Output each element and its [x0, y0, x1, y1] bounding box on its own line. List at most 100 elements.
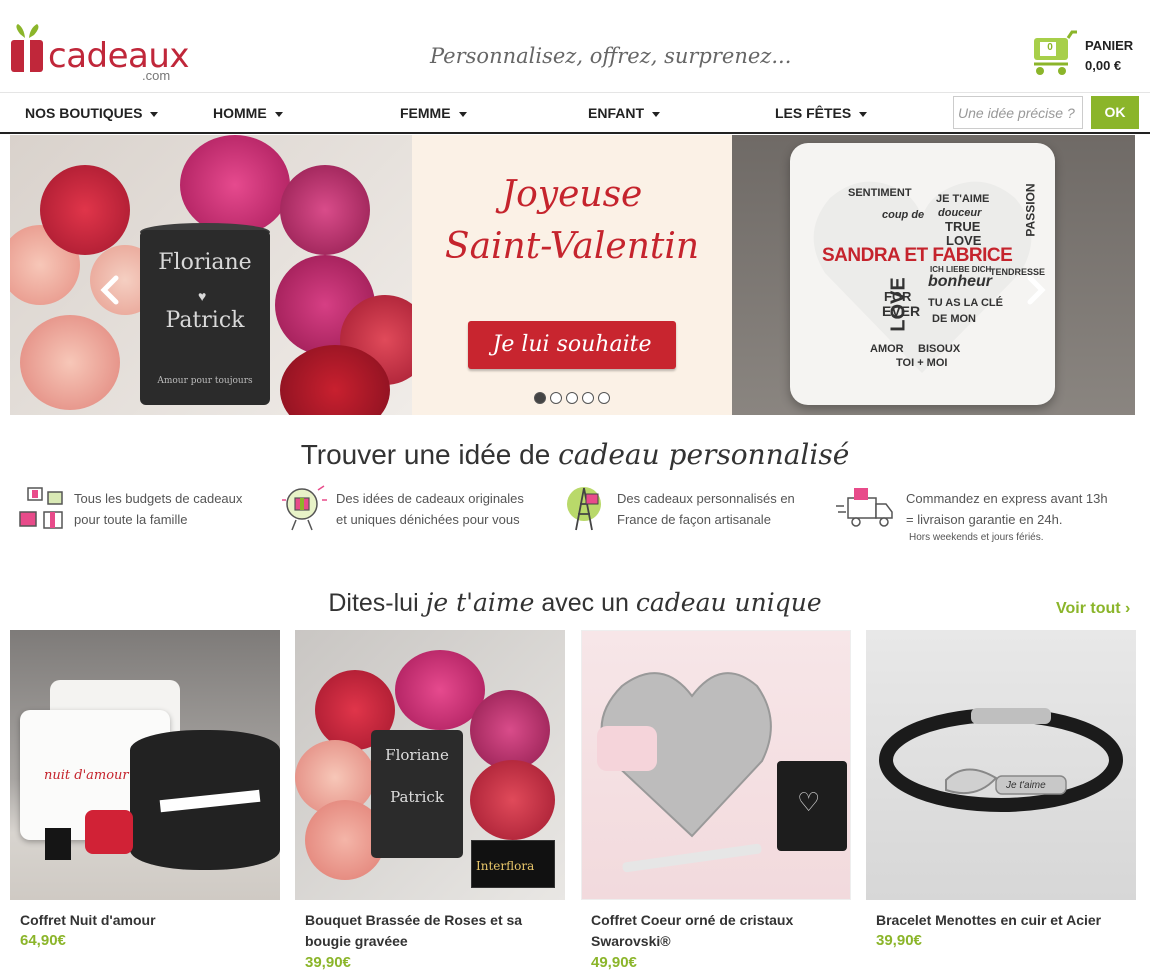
product-name[interactable]: Coffret Nuit d'amour	[20, 910, 275, 931]
rose-shape	[470, 760, 555, 840]
eiffel-tower-gift-icon	[567, 487, 601, 531]
candle-shape	[45, 828, 71, 860]
cart-total: 0,00 €	[1085, 58, 1122, 73]
nav-item-enfant[interactable]: ENFANT	[588, 93, 660, 133]
banner-title-line1: Joyeuse	[501, 174, 643, 215]
product-card[interactable]: ♡ Coffret Coeur orné de cristaux Swarovs…	[581, 630, 851, 976]
product-price: 49,90€	[591, 954, 637, 971]
feature-text: Commandez en express avant 13h = livraiso…	[906, 488, 1108, 530]
cart[interactable]: 0 PANIER 0,00 €	[1030, 30, 1145, 80]
product-name[interactable]: Bracelet Menottes en cuir et Acier	[876, 910, 1131, 931]
tagline: Personnalisez, offrez, surprenez...	[430, 44, 792, 68]
heart-pillow: SENTIMENT JE T'AIME coup de douceur TRUE…	[790, 143, 1055, 405]
feature-text: Des cadeaux personnalisés en France de fa…	[617, 488, 795, 530]
pillow-word: JE T'AIME	[936, 193, 990, 205]
cart-label: PANIER	[1085, 38, 1134, 53]
product-image[interactable]: Je t'aime	[866, 630, 1136, 900]
product-image[interactable]: ♡	[581, 630, 851, 900]
pillow-word: AMOR	[870, 343, 904, 355]
feature-france: Des cadeaux personnalisés en France de fa…	[560, 484, 820, 554]
feature-note: Hors weekends et jours fériés.	[909, 532, 1044, 543]
rose-shape	[180, 135, 290, 235]
carousel-prev-arrow-icon[interactable]	[98, 275, 124, 305]
pillow-word: coup de	[882, 209, 925, 221]
caret-down-icon	[150, 111, 159, 117]
products-heading-script: je t'aime	[425, 588, 535, 617]
feature-line: Des idées de cadeaux originales	[336, 491, 524, 506]
pillow-word: PASSION	[1023, 183, 1038, 237]
banner-roses-candle-image: Floriane ♥ Patrick Amour pour toujours	[10, 135, 412, 415]
features-heading: Trouver une idée de cadeau personnalisé	[0, 438, 1150, 471]
site-logo[interactable]: cadeaux .com	[10, 14, 190, 84]
product-price: 64,90€	[20, 932, 66, 949]
product-image[interactable]: nuit d'amour	[10, 630, 280, 900]
product-price: 39,90€	[305, 954, 351, 971]
carousel-dot[interactable]	[534, 392, 546, 404]
pillow-word: BISOUX	[918, 343, 961, 355]
product-name[interactable]: Coffret Coeur orné de cristaux Swarovski…	[591, 910, 846, 952]
search-input[interactable]	[953, 96, 1083, 129]
caret-down-icon	[458, 111, 467, 117]
pillow-word: bonheur	[928, 273, 992, 290]
products-heading-script: cadeau unique	[635, 588, 822, 617]
gift-logo-icon	[11, 24, 43, 72]
search-button[interactable]: OK	[1091, 96, 1139, 129]
pillow-word: EVER	[882, 303, 921, 319]
nav-item-homme[interactable]: HOMME	[213, 93, 283, 133]
banner-title-line2: Saint-Valentin	[444, 226, 700, 267]
candle-name-1: Floriane	[385, 746, 449, 764]
bracelet-engraving: Je t'aime	[1006, 780, 1046, 791]
engraved-candle: Floriane ♥ Patrick Amour pour toujours	[140, 230, 270, 405]
carousel-dot[interactable]	[598, 392, 610, 404]
feature-ideas: Des idées de cadeaux originales et unique…	[280, 484, 540, 554]
nav-label: ENFANT	[588, 105, 644, 121]
nav-item-femme[interactable]: FEMME	[400, 93, 467, 133]
carousel-dot[interactable]	[566, 392, 578, 404]
bracelet-shape	[879, 708, 1123, 812]
ribbon-bow-shape	[597, 726, 657, 771]
feature-line: pour toute la famille	[74, 512, 188, 527]
carousel-dot[interactable]	[550, 392, 562, 404]
banner-cta-button[interactable]: Je lui souhaite	[468, 321, 676, 369]
feature-line: Commandez en express avant 13h	[906, 491, 1108, 506]
rose-shape	[470, 690, 550, 770]
products-heading-plain: Dites-lui	[328, 589, 419, 617]
pillow-word: TRUE	[945, 219, 981, 234]
feature-line: et uniques dénichées pour vous	[336, 512, 520, 527]
heart-box-shape	[85, 810, 133, 854]
pillow-word: FOR	[884, 289, 912, 304]
pillow-word: TU AS LA CLÉ	[928, 297, 1003, 309]
product-card[interactable]: Je t'aime Bracelet Menottes en cuir et A…	[866, 630, 1136, 976]
carousel-next-arrow-icon[interactable]	[1022, 275, 1048, 305]
candle-name-2: Patrick	[390, 788, 444, 806]
feature-line: Des cadeaux personnalisés en	[617, 491, 795, 506]
cart-count: 0	[1047, 42, 1053, 53]
rose-shape	[280, 165, 370, 255]
pillow-text: nuit d'amour	[44, 768, 129, 783]
see-all-link[interactable]: Voir tout ›	[1056, 600, 1130, 618]
caret-down-icon	[859, 111, 868, 117]
candle-name-2: Patrick	[165, 308, 245, 333]
banner-pillow-image: SENTIMENT JE T'AIME coup de douceur TRUE…	[732, 135, 1135, 415]
products-heading: Dites-lui je t'aime avec un cadeau uniqu…	[0, 588, 1150, 618]
nav-label: LES FÊTES	[775, 105, 852, 121]
product-card[interactable]: Floriane Patrick Interflora Bouquet Bras…	[295, 630, 565, 976]
carousel-dot[interactable]	[582, 392, 594, 404]
pillow-name: SANDRA ET FABRICE	[822, 245, 1013, 266]
candle-shape: ♡	[777, 761, 847, 851]
feature-express-delivery: Commandez en express avant 13h = livraiso…	[834, 484, 1124, 554]
heart-icon: ♥	[198, 288, 207, 304]
rose-shape	[40, 165, 130, 255]
nav-item-les-fetes[interactable]: LES FÊTES	[775, 93, 868, 133]
product-image[interactable]: Floriane Patrick Interflora	[295, 630, 565, 900]
nav-label: NOS BOUTIQUES	[25, 105, 143, 121]
nav-item-nos-boutiques[interactable]: NOS BOUTIQUES	[25, 93, 159, 133]
feature-line: Tous les budgets de cadeaux	[74, 491, 243, 506]
lightbulb-gift-icon	[282, 485, 327, 531]
candle-footer: Amour pour toujours	[157, 376, 253, 386]
product-card[interactable]: nuit d'amour Coffret Nuit d'amour 64,90€	[10, 630, 280, 976]
product-name[interactable]: Bouquet Brassée de Roses et sa bougie gr…	[305, 910, 560, 952]
hero-carousel[interactable]: Floriane ♥ Patrick Amour pour toujours J…	[10, 135, 1135, 415]
nav-label: HOMME	[213, 105, 267, 121]
pillow-word: TOI + MOI	[896, 357, 948, 369]
